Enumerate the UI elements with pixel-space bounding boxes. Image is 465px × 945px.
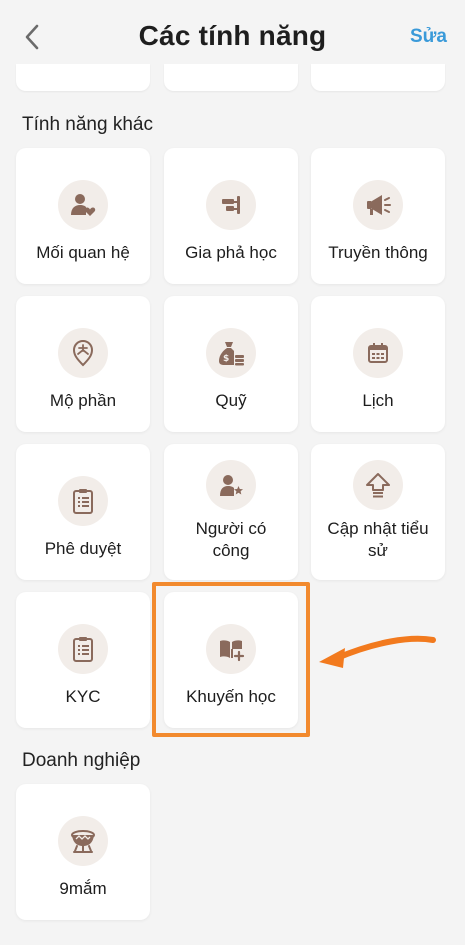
feature-label: Truyền thông [328,243,428,262]
business-card-9mam[interactable]: 9mắm [16,784,150,920]
relationship-icon [58,180,108,230]
clipboard-icon [58,624,108,674]
feature-label: Người có công [195,519,267,560]
megaphone-icon [353,180,403,230]
feature-card-media[interactable]: Truyền thông [311,148,445,284]
feature-card-approval[interactable]: Phê duyệt [16,444,150,580]
calendar-icon [353,328,403,378]
edit-button[interactable]: Sửa [410,26,447,48]
partial-card[interactable] [164,64,298,91]
feature-label: Khuyến học [186,687,276,706]
previous-section-cards [0,64,465,94]
partial-card[interactable] [311,64,445,91]
partial-card[interactable] [16,64,150,91]
feature-card-fund[interactable]: $ Quỹ [164,296,298,432]
feature-label: Quỹ [215,391,247,410]
money-bag-icon: $ [206,328,256,378]
feature-card-genealogy[interactable]: Gia phả học [164,148,298,284]
feature-card-relationship[interactable]: Mối quan hệ [16,148,150,284]
page-title: Các tính năng [138,20,327,51]
feature-label: Phê duyệt [44,539,122,558]
feature-label: Mối quan hệ [36,243,130,262]
header: Các tính năng Sửa [0,0,465,72]
feature-card-calendar[interactable]: Lịch [311,296,445,432]
section-title-other: Tính năng khác [22,114,153,135]
feature-label: KYC [65,687,101,706]
section-title-business: Doanh nghiệp [22,750,141,771]
feature-label: Gia phả học [185,243,277,262]
upload-arrow-icon [353,460,403,510]
feature-card-study-promotion[interactable]: Khuyến học [164,592,298,728]
feature-card-kyc[interactable]: KYC [16,592,150,728]
svg-text:$: $ [223,354,229,364]
business-label: 9mắm [59,879,107,898]
feature-card-biography[interactable]: Cập nhật tiểu sử [311,444,445,580]
feature-label: Lịch [362,391,394,410]
feature-card-merit[interactable]: Người có công [164,444,298,580]
feature-card-grave[interactable]: Mộ phần [16,296,150,432]
grave-location-icon [58,328,108,378]
clipboard-icon [58,476,108,526]
pointer-arrow-icon [319,635,436,668]
feature-label: Cập nhật tiểu sử [327,519,429,560]
bowl-icon [58,816,108,866]
feature-label: Mộ phần [49,391,117,410]
person-star-icon [206,460,256,510]
genealogy-icon [206,180,256,230]
book-plus-icon [206,624,256,674]
